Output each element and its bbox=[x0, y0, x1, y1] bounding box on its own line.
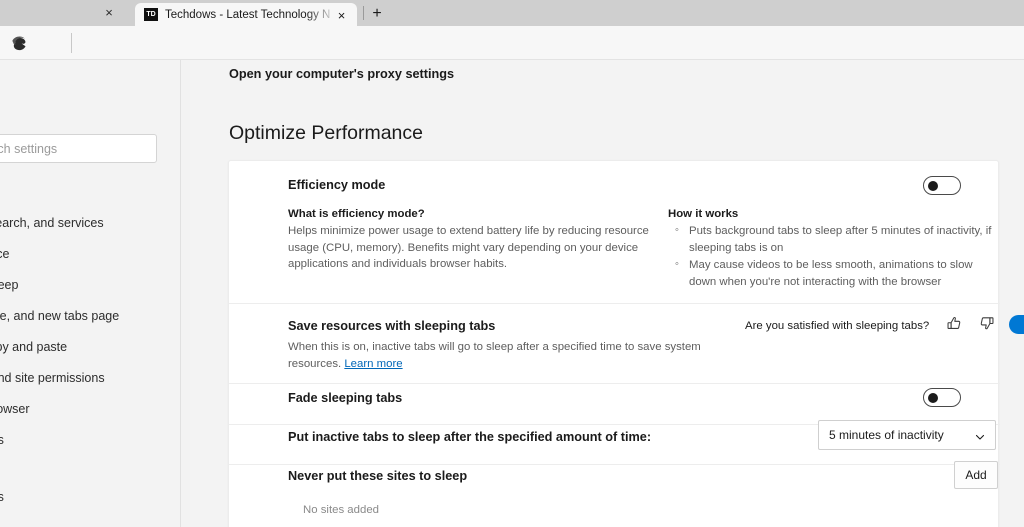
sleeping-tabs-feedback-question: Are you satisfied with sleeping tabs? bbox=[745, 320, 930, 332]
settings-page: Search settings Privacy, search, and ser… bbox=[0, 60, 1024, 527]
fade-sleeping-tabs-title: Fade sleeping tabs bbox=[288, 391, 403, 405]
browser-address-bar: Edge edge://settings/system bbox=[0, 26, 1024, 77]
tab-title: Techdows - Latest Technology N bbox=[165, 9, 331, 21]
thumbs-up-icon[interactable] bbox=[945, 314, 964, 333]
settings-sidebar: Search settings Privacy, search, and ser… bbox=[0, 60, 180, 527]
sidebar-item-appearance[interactable]: Appearance bbox=[0, 245, 157, 263]
never-sleep-empty-state: No sites added bbox=[303, 504, 379, 516]
close-icon[interactable]: × bbox=[100, 4, 118, 22]
edge-logo-icon bbox=[9, 34, 28, 53]
row-divider bbox=[229, 464, 1000, 465]
sidebar-item-share-copy-paste[interactable]: Share, copy and paste bbox=[0, 338, 157, 356]
thumbs-down-icon[interactable] bbox=[977, 314, 996, 333]
what-is-efficiency-mode-body: Helps minimize power usage to extend bat… bbox=[288, 225, 649, 270]
efficiency-mode-toggle[interactable] bbox=[923, 176, 961, 195]
inactive-tabs-timer-label: Put inactive tabs to sleep after the spe… bbox=[288, 430, 652, 444]
sidebar-item-downloads[interactable]: Downloads bbox=[0, 431, 157, 449]
new-tab-button[interactable]: + bbox=[366, 3, 388, 24]
proxy-settings-label: Open your computer's proxy settings bbox=[229, 67, 455, 81]
sleeping-tabs-toggle[interactable] bbox=[1009, 315, 1024, 334]
proxy-settings-row[interactable]: Open your computer's proxy settings bbox=[229, 63, 999, 85]
row-divider bbox=[229, 303, 1000, 304]
list-item: Puts background tabs to sleep after 5 mi… bbox=[668, 222, 998, 256]
sleeping-tabs-title: Save resources with sleeping tabs bbox=[288, 319, 496, 333]
tab-favicon-icon: TD bbox=[144, 8, 158, 21]
sidebar-item-cookies-site-permissions[interactable]: Cookies and site permissions bbox=[0, 369, 157, 387]
add-site-button[interactable]: Add bbox=[954, 461, 998, 489]
settings-content: Open your computer's proxy settings Opti… bbox=[181, 60, 1024, 527]
search-input-placeholder: Search settings bbox=[0, 142, 58, 156]
sidebar-item-languages[interactable]: Languages bbox=[0, 488, 157, 506]
inactive-timer-selected-value: 5 minutes of inactivity bbox=[829, 428, 944, 442]
how-it-works-list: Puts background tabs to sleep after 5 mi… bbox=[668, 222, 998, 291]
search-settings-input[interactable]: Search settings bbox=[0, 134, 157, 163]
sidebar-item-sidebar[interactable]: Sidebar sleep bbox=[0, 276, 157, 294]
what-is-efficiency-mode-heading: What is efficiency mode? bbox=[288, 208, 425, 220]
sidebar-item-default-browser[interactable]: Default browser bbox=[0, 400, 157, 418]
tab-techdows[interactable]: TD Techdows - Latest Technology N × bbox=[135, 3, 357, 26]
page-title: Optimize Performance bbox=[229, 122, 423, 144]
browser-tab-strip: × TD Techdows - Latest Technology N × + bbox=[0, 0, 1024, 26]
optimize-performance-card: Efficiency mode What is efficiency mode?… bbox=[228, 160, 1024, 527]
fade-sleeping-tabs-toggle[interactable] bbox=[923, 388, 961, 407]
inactive-timer-dropdown[interactable]: 5 minutes of inactivity bbox=[818, 420, 996, 450]
close-icon[interactable]: × bbox=[333, 7, 350, 24]
tab-separator bbox=[363, 6, 364, 20]
efficiency-mode-title: Efficiency mode bbox=[288, 178, 386, 192]
how-it-works-heading: How it works bbox=[668, 208, 739, 220]
sidebar-item-start-home-newtabs[interactable]: Start, home, and new tabs page bbox=[0, 307, 157, 325]
never-sleep-sites-title: Never put these sites to sleep bbox=[288, 469, 468, 483]
sidebar-item-privacy-search-services[interactable]: Privacy, search, and services bbox=[0, 214, 157, 232]
row-divider bbox=[229, 383, 1000, 384]
list-item: May cause videos to be less smooth, anim… bbox=[668, 256, 998, 290]
address-divider bbox=[71, 33, 72, 53]
learn-more-link[interactable]: Learn more bbox=[344, 358, 402, 370]
chevron-down-icon bbox=[974, 430, 986, 442]
tab-partial-left[interactable]: × bbox=[0, 0, 135, 26]
sleeping-tabs-body: When this is on, inactive tabs will go t… bbox=[288, 339, 708, 372]
